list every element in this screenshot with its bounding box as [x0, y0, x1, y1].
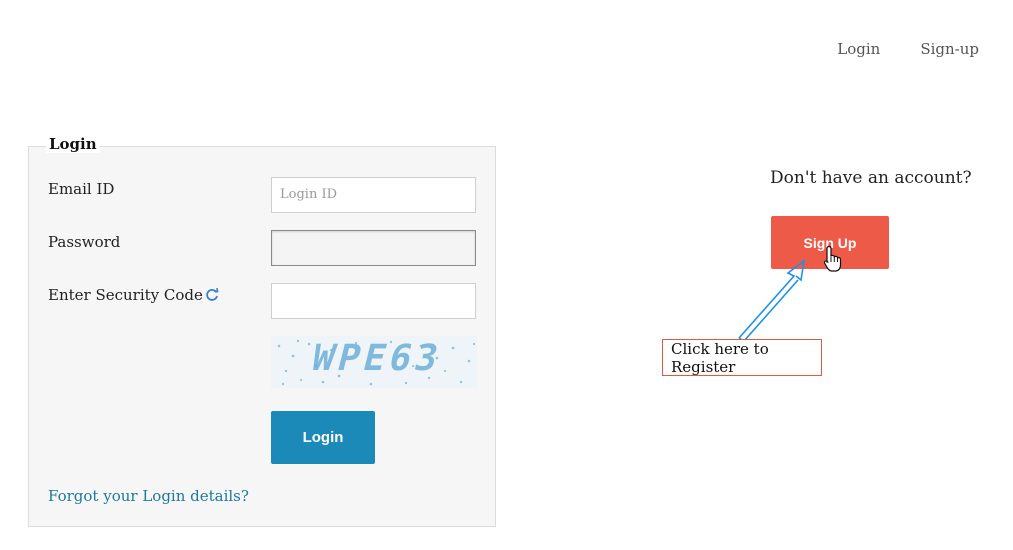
nav-login-link[interactable]: Login — [837, 40, 880, 58]
login-button[interactable]: Login — [271, 411, 375, 464]
security-code-label-row: Enter Security Code — [48, 286, 219, 306]
refresh-icon[interactable] — [205, 287, 219, 306]
no-account-text: Don't have an account? — [770, 168, 972, 188]
hand-cursor-icon — [823, 245, 843, 277]
security-code-label: Enter Security Code — [48, 286, 203, 304]
email-field[interactable]: Login ID — [271, 177, 476, 213]
captcha-image: WPE63 — [271, 336, 477, 388]
top-nav: Login Sign-up — [837, 40, 979, 58]
forgot-login-link[interactable]: Forgot your Login details? — [48, 487, 249, 505]
login-panel-title: Login — [46, 135, 100, 153]
password-label: Password — [48, 233, 121, 251]
arrow-icon — [730, 255, 810, 349]
email-label: Email ID — [48, 180, 115, 198]
captcha-text: WPE63 — [307, 338, 447, 379]
password-field[interactable] — [271, 230, 476, 266]
register-callout: Click here to Register — [662, 339, 822, 376]
security-code-field[interactable] — [271, 283, 476, 319]
nav-signup-link[interactable]: Sign-up — [920, 40, 979, 58]
